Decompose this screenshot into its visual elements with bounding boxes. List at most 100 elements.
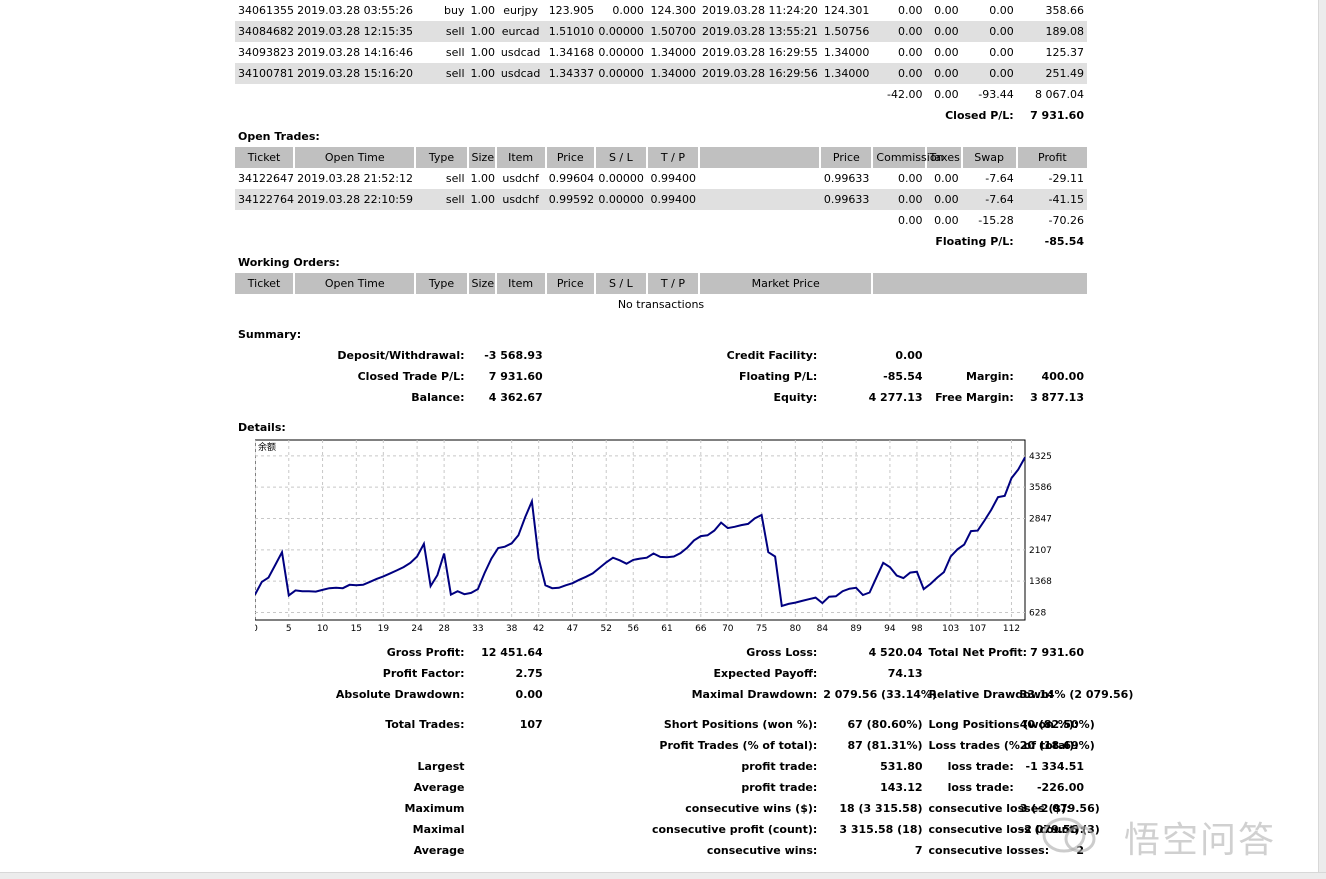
col-commission: Commission	[872, 147, 944, 168]
stat-value: 87 (81.31%)	[847, 739, 923, 752]
table-cell: 1.50700	[646, 21, 700, 42]
table-cell: 189.08	[1016, 21, 1087, 42]
stat-label: Long Positions (won %):	[928, 718, 1079, 731]
no-transactions-text: No transactions	[617, 298, 705, 311]
col-open-time: Open Time	[294, 147, 417, 168]
credit-facility-label: Credit Facility:	[726, 349, 818, 362]
balance-value: 4 362.67	[488, 391, 543, 404]
working-orders-title: Working Orders:	[238, 256, 340, 269]
table-row: 34122764 2019.03.28 22:10:59 sell 1.00 usdch…	[235, 189, 1087, 210]
stat-value: 3 315.58 (18)	[839, 823, 923, 836]
table-cell: 124.300	[646, 0, 700, 21]
x-tick-label: 103	[942, 624, 959, 634]
stat-label: Average	[413, 844, 465, 857]
stats-row: Profit Trades (% of total): 87 (81.31%) Lo…	[235, 735, 1094, 756]
stat-label: profit trade:	[741, 781, 818, 794]
col-profit: Profit	[1016, 147, 1087, 168]
table-cell: 2019.03.28 12:15:35	[294, 21, 416, 42]
table-cell: 0.99633	[820, 189, 873, 210]
table-cell: 34093823	[235, 42, 295, 63]
closed-trade-pl-label: Closed Trade P/L:	[357, 370, 465, 383]
table-cell: 34122764	[235, 189, 295, 210]
table-cell-blank	[699, 189, 821, 210]
stat-value: 143.12	[880, 781, 923, 794]
watermark: 悟空问答	[1040, 805, 1310, 865]
stat-label: Maximal Drawdown:	[691, 688, 818, 701]
deposit-label: Deposit/Withdrawal:	[337, 349, 465, 362]
x-tick-label: 28	[438, 624, 450, 634]
stat-label: Profit Trades (% of total):	[659, 739, 818, 752]
table-cell: 2019.03.28 22:10:59	[294, 189, 416, 210]
stat-label: Expected Payoff:	[713, 667, 818, 680]
stat-label: Average	[413, 781, 465, 794]
stat-value: 18 (3 315.58)	[839, 802, 923, 815]
table-cell: sell	[415, 63, 468, 84]
table-cell: sell	[415, 21, 468, 42]
table-cell: 1.51010	[545, 21, 595, 42]
x-tick-label: 47	[567, 624, 578, 634]
table-cell: 1.34337	[545, 63, 595, 84]
x-tick-label: 5	[286, 624, 292, 634]
table-cell: 0.99592	[545, 189, 595, 210]
x-tick-label: 10	[317, 624, 329, 634]
chat-bubble-icon	[1042, 817, 1096, 853]
table-cell: 0.00000	[594, 42, 647, 63]
table-cell: 0.00	[925, 189, 962, 210]
wo-col-open-time: Open Time	[294, 273, 417, 294]
stat-value: 33.14% (2 079.56)	[1019, 688, 1134, 701]
table-cell: eurcad	[495, 21, 546, 42]
table-cell: usdcad	[495, 63, 546, 84]
col-blank	[699, 147, 822, 168]
table-cell: 0.99604	[545, 168, 595, 189]
closed-pl-value: 7 931.60	[1030, 109, 1084, 122]
table-cell: eurjpy	[495, 0, 546, 21]
table-cell: 34061355	[235, 0, 295, 21]
stat-value: 531.80	[880, 760, 923, 773]
table-cell: usdchf	[495, 168, 546, 189]
col-swap: Swap	[961, 147, 1018, 168]
table-cell: 34084682	[235, 21, 295, 42]
x-tick-label: 33	[472, 624, 483, 634]
table-cell: 0.00	[925, 21, 962, 42]
table-cell: 1.00	[467, 21, 496, 42]
table-cell: 1.00	[467, 42, 496, 63]
stat-value: 40 (82.50%)	[1019, 718, 1095, 731]
y-tick-label: 628	[1029, 608, 1046, 618]
table-cell: 0.00	[961, 0, 1017, 21]
vertical-scrollbar[interactable]	[1318, 0, 1326, 878]
table-cell: 1.00	[467, 0, 496, 21]
stat-value: 67 (80.60%)	[847, 718, 923, 731]
spacer-row	[235, 705, 1087, 714]
floating-pl-value: -85.54	[1044, 235, 1084, 248]
closed-total-profit: 8 067.04	[1035, 88, 1084, 101]
open-trades-rows: 34122647 2019.03.28 21:52:12 sell 1.00 usdch…	[235, 168, 1087, 210]
stat-label: Profit Factor:	[382, 667, 465, 680]
y-tick-label: 3586	[1029, 483, 1052, 493]
open-total-swap: -15.28	[978, 214, 1014, 227]
stat-value: 7	[914, 844, 923, 857]
table-cell: 2019.03.28 11:24:20	[699, 0, 821, 21]
watermark-text: 悟空问答	[1124, 820, 1277, 861]
stat-label: Maximum	[404, 802, 465, 815]
stat-label: Maximal	[412, 823, 465, 836]
col-type: Type	[415, 147, 469, 168]
stat-label	[235, 735, 468, 756]
y-tick-label: 2107	[1029, 546, 1052, 556]
details-title: Details:	[238, 421, 286, 434]
stat-value: 0.00	[515, 688, 543, 701]
closed-total-taxes: 0.00	[934, 88, 959, 101]
table-cell: 0.00	[872, 42, 926, 63]
table-cell: 0.00	[961, 42, 1017, 63]
stat-value: 4 520.04	[868, 646, 923, 659]
stat-label: Short Positions (won %):	[663, 718, 818, 731]
summary-floating-label: Floating P/L:	[738, 370, 818, 383]
stat-label: Absolute Drawdown:	[335, 688, 465, 701]
working-orders-header: Ticket Open Time Type Size Item Price S …	[235, 273, 1087, 294]
no-transactions-row: No transactions	[235, 294, 1087, 315]
stat-value	[468, 735, 546, 756]
stat-label: consecutive loss (count):	[928, 823, 1084, 836]
stats-row: Largest profit trade: 531.80 loss trade: -1 …	[235, 756, 1087, 777]
summary-row-3: Balance: 4 362.67 Equity: 4 277.13 Free …	[235, 387, 1087, 408]
x-tick-label: 56	[628, 624, 640, 634]
table-cell: 0.00	[925, 42, 962, 63]
